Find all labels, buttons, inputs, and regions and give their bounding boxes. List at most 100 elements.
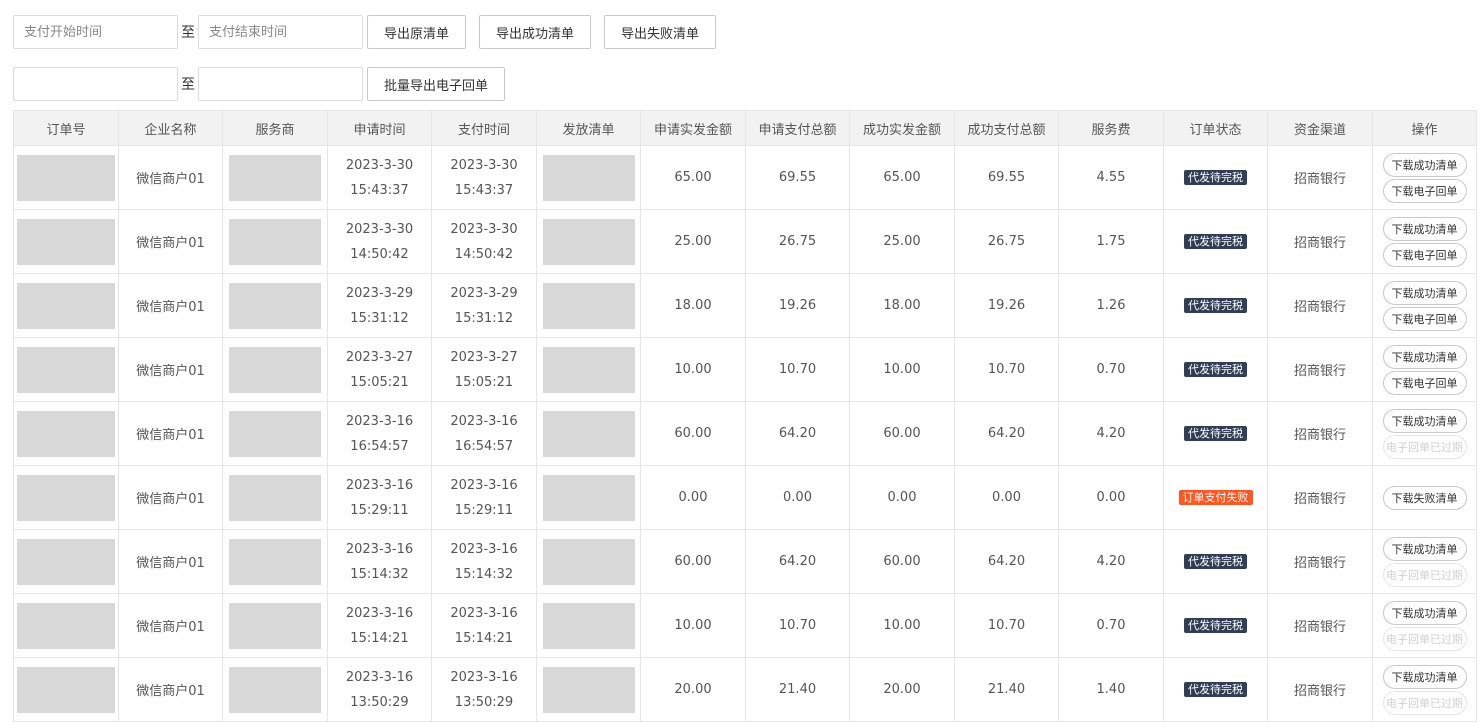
cell-provider bbox=[222, 401, 328, 466]
redacted-block bbox=[17, 218, 115, 265]
cell-payout-list bbox=[536, 209, 641, 274]
cell-actions: 下载成功清单 电子回单已过期 bbox=[1372, 657, 1477, 722]
status-badge: 代发待完税 bbox=[1184, 234, 1247, 249]
download-list-button[interactable]: 下载成功清单 bbox=[1382, 536, 1467, 561]
cell-order-status: 订单支付失败 bbox=[1163, 465, 1268, 530]
cell-apply-actual: 65.00 bbox=[640, 145, 746, 210]
header-service-fee: 服务费 bbox=[1058, 110, 1164, 146]
redacted-block bbox=[17, 282, 115, 329]
download-list-button[interactable]: 下载成功清单 bbox=[1382, 280, 1467, 305]
cell-payout-list bbox=[536, 273, 641, 338]
cell-apply-time: 2023-3-30 14:50:42 bbox=[327, 209, 432, 274]
table-row: 微信商户01 2023-3-16 15:29:11 2023-3-16 15:29:11… bbox=[13, 465, 1477, 530]
table-row: 微信商户01 2023-3-16 15:14:21 2023-3-16 15:14:21… bbox=[13, 593, 1477, 658]
range-separator: 至 bbox=[181, 25, 195, 41]
cell-service-fee: 0.70 bbox=[1058, 337, 1164, 402]
cell-fund-channel: 招商银行 bbox=[1267, 657, 1373, 722]
cell-fund-channel: 招商银行 bbox=[1267, 273, 1373, 338]
cell-order-no bbox=[13, 273, 119, 338]
export-success-list-button[interactable]: 导出成功清单 bbox=[479, 15, 592, 49]
pay-end-time-input[interactable] bbox=[198, 15, 363, 49]
cell-fund-channel: 招商银行 bbox=[1267, 529, 1373, 594]
download-list-button[interactable]: 下载成功清单 bbox=[1382, 600, 1467, 625]
cell-apply-total: 10.70 bbox=[745, 593, 850, 658]
download-receipt-button[interactable]: 下载电子回单 bbox=[1382, 306, 1467, 331]
cell-apply-total: 0.00 bbox=[745, 465, 850, 530]
cell-service-fee: 0.70 bbox=[1058, 593, 1164, 658]
cell-provider bbox=[222, 273, 328, 338]
cell-success-actual: 18.00 bbox=[849, 273, 955, 338]
pay-clock: 16:54:57 bbox=[454, 438, 514, 454]
cell-provider bbox=[222, 209, 328, 274]
cell-order-status: 代发待完税 bbox=[1163, 529, 1268, 594]
export-original-list-button[interactable]: 导出原清单 bbox=[367, 15, 467, 49]
apply-clock: 13:50:29 bbox=[350, 694, 409, 710]
redacted-block bbox=[17, 346, 115, 393]
download-list-button[interactable]: 下载失败清单 bbox=[1382, 485, 1467, 510]
receipt-expired-button: 电子回单已过期 bbox=[1382, 562, 1467, 587]
cell-apply-total: 64.20 bbox=[745, 529, 850, 594]
receipt-range-start-input[interactable] bbox=[13, 67, 178, 101]
apply-clock: 14:50:42 bbox=[350, 246, 409, 262]
download-list-button[interactable]: 下载成功清单 bbox=[1382, 664, 1467, 689]
redacted-block bbox=[17, 410, 115, 457]
apply-clock: 15:43:37 bbox=[350, 182, 409, 198]
header-pay-time: 支付时间 bbox=[431, 110, 537, 146]
apply-clock: 15:14:21 bbox=[350, 630, 409, 646]
apply-date: 2023-3-30 bbox=[345, 157, 414, 173]
cell-apply-actual: 60.00 bbox=[640, 401, 746, 466]
download-receipt-button[interactable]: 下载电子回单 bbox=[1382, 370, 1467, 395]
download-receipt-button[interactable]: 下载电子回单 bbox=[1382, 178, 1467, 203]
redacted-block bbox=[229, 474, 321, 521]
cell-order-status: 代发待完税 bbox=[1163, 657, 1268, 722]
cell-actions: 下载成功清单 下载电子回单 bbox=[1372, 209, 1477, 274]
order-table: 订单号 企业名称 服务商 申请时间 支付时间 发放清单 申请实发金额 申请支付总… bbox=[13, 110, 1477, 722]
download-list-button[interactable]: 下载成功清单 bbox=[1382, 152, 1467, 177]
cell-order-no bbox=[13, 401, 119, 466]
pay-date: 2023-3-30 bbox=[450, 221, 518, 237]
header-apply-actual: 申请实发金额 bbox=[640, 110, 746, 146]
cell-apply-total: 10.70 bbox=[745, 337, 850, 402]
cell-apply-total: 64.20 bbox=[745, 401, 850, 466]
cell-success-actual: 10.00 bbox=[849, 593, 955, 658]
cell-actions: 下载成功清单 下载电子回单 bbox=[1372, 145, 1477, 210]
header-payout-list: 发放清单 bbox=[536, 110, 641, 146]
redacted-block bbox=[17, 538, 115, 585]
download-list-button[interactable]: 下载成功清单 bbox=[1382, 344, 1467, 369]
pay-start-time-input[interactable] bbox=[13, 15, 178, 49]
redacted-block bbox=[542, 666, 635, 713]
pay-clock: 15:14:21 bbox=[454, 630, 514, 646]
batch-export-receipt-button[interactable]: 批量导出电子回单 bbox=[367, 67, 506, 101]
status-badge: 代发待完税 bbox=[1184, 298, 1247, 313]
cell-apply-actual: 10.00 bbox=[640, 593, 746, 658]
cell-provider bbox=[222, 657, 328, 722]
cell-service-fee: 4.20 bbox=[1058, 529, 1164, 594]
cell-order-status: 代发待完税 bbox=[1163, 209, 1268, 274]
redacted-block bbox=[542, 282, 635, 329]
cell-apply-total: 69.55 bbox=[745, 145, 850, 210]
download-receipt-button[interactable]: 下载电子回单 bbox=[1382, 242, 1467, 267]
cell-pay-time: 2023-3-30 15:43:37 bbox=[431, 145, 537, 210]
cell-fund-channel: 招商银行 bbox=[1267, 465, 1373, 530]
download-list-button[interactable]: 下载成功清单 bbox=[1382, 216, 1467, 241]
redacted-block bbox=[542, 538, 635, 585]
row-actions: 下载成功清单 电子回单已过期 bbox=[1374, 408, 1476, 459]
cell-apply-actual: 60.00 bbox=[640, 529, 746, 594]
table-row: 微信商户01 2023-3-16 16:54:57 2023-3-16 16:54:57… bbox=[13, 401, 1477, 466]
cell-service-fee: 1.40 bbox=[1058, 657, 1164, 722]
row-actions: 下载成功清单 下载电子回单 bbox=[1374, 152, 1476, 203]
pay-clock: 15:05:21 bbox=[454, 374, 514, 390]
apply-date: 2023-3-30 bbox=[345, 221, 414, 237]
receipt-range-end-input[interactable] bbox=[198, 67, 363, 101]
status-badge: 代发待完税 bbox=[1184, 362, 1247, 377]
export-fail-list-button[interactable]: 导出失败清单 bbox=[604, 15, 717, 49]
cell-company: 微信商户01 bbox=[118, 465, 223, 530]
table-row: 微信商户01 2023-3-27 15:05:21 2023-3-27 15:05:21… bbox=[13, 337, 1477, 402]
cell-payout-list bbox=[536, 657, 641, 722]
cell-actions: 下载成功清单 下载电子回单 bbox=[1372, 337, 1477, 402]
pay-date: 2023-3-16 bbox=[450, 605, 518, 621]
apply-date: 2023-3-16 bbox=[345, 413, 414, 429]
redacted-block bbox=[17, 666, 115, 713]
download-list-button[interactable]: 下载成功清单 bbox=[1382, 408, 1467, 433]
cell-payout-list bbox=[536, 465, 641, 530]
